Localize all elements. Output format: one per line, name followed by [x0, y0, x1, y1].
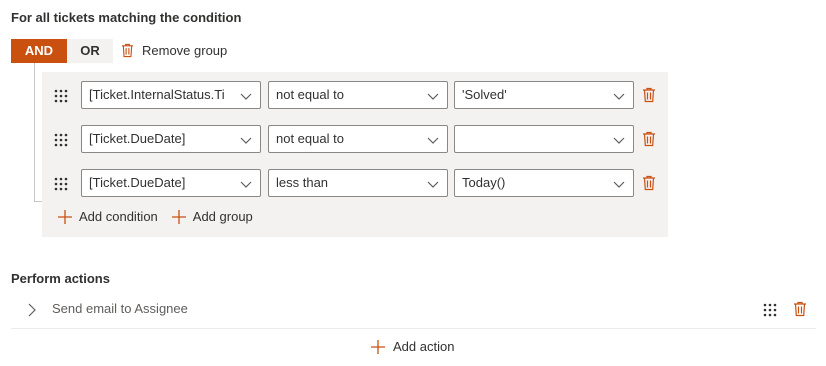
value-select[interactable] — [454, 125, 634, 153]
trash-icon[interactable] — [793, 301, 807, 317]
chevron-down-icon — [613, 137, 625, 144]
trash-icon — [121, 43, 134, 58]
condition-row: [Ticket.InternalStatus.Tit... not equal … — [42, 81, 668, 111]
condition-row: [Ticket.DueDate] not equal to — [42, 125, 668, 155]
field-select[interactable]: [Ticket.DueDate] — [81, 125, 261, 153]
grip-icon[interactable] — [54, 89, 68, 103]
chevron-down-icon — [240, 137, 252, 144]
add-condition-button[interactable]: Add condition — [58, 209, 158, 224]
add-group-button[interactable]: Add group — [171, 209, 253, 224]
chevron-down-icon — [240, 181, 252, 188]
logic-toggle: AND OR — [11, 39, 113, 63]
add-group-label: Add group — [192, 209, 253, 224]
operator-select[interactable]: not equal to — [268, 81, 448, 109]
add-action-button[interactable]: Add action — [371, 339, 454, 354]
remove-group-button[interactable]: Remove group — [121, 43, 227, 58]
value-select[interactable]: 'Solved' — [454, 81, 634, 109]
chevron-down-icon — [240, 93, 252, 100]
action-label: Send email to Assignee — [52, 301, 188, 316]
grip-icon[interactable] — [54, 133, 68, 147]
plus-icon — [171, 209, 186, 224]
add-condition-label: Add condition — [79, 209, 158, 224]
chevron-down-icon — [613, 181, 625, 188]
chevron-right-icon[interactable] — [27, 303, 37, 317]
plus-icon — [58, 209, 72, 224]
chevron-down-icon — [427, 93, 439, 100]
field-select[interactable]: [Ticket.InternalStatus.Tit... — [81, 81, 261, 109]
trash-icon[interactable] — [642, 131, 656, 147]
actions-section-title: Perform actions — [11, 271, 110, 286]
grip-icon[interactable] — [54, 177, 68, 191]
field-select[interactable]: [Ticket.DueDate] — [81, 169, 261, 197]
and-button[interactable]: AND — [11, 39, 67, 63]
add-action-label: Add action — [393, 339, 455, 354]
or-button[interactable]: OR — [67, 39, 113, 63]
plus-icon — [371, 339, 385, 354]
action-item[interactable]: Send email to Assignee — [11, 292, 816, 329]
chevron-down-icon — [427, 181, 439, 188]
condition-row: [Ticket.DueDate] less than Today() — [42, 169, 668, 199]
trash-icon[interactable] — [642, 87, 656, 103]
condition-group: [Ticket.InternalStatus.Tit... not equal … — [42, 72, 668, 237]
operator-select[interactable]: not equal to — [268, 125, 448, 153]
trash-icon[interactable] — [642, 175, 656, 191]
operator-select[interactable]: less than — [268, 169, 448, 197]
remove-group-label: Remove group — [142, 43, 228, 58]
add-links: Add condition Add group — [58, 209, 253, 224]
grip-icon[interactable] — [763, 303, 777, 317]
chevron-down-icon — [613, 93, 625, 100]
value-select[interactable]: Today() — [454, 169, 634, 197]
chevron-down-icon — [427, 137, 439, 144]
condition-section-title: For all tickets matching the condition — [11, 10, 242, 25]
